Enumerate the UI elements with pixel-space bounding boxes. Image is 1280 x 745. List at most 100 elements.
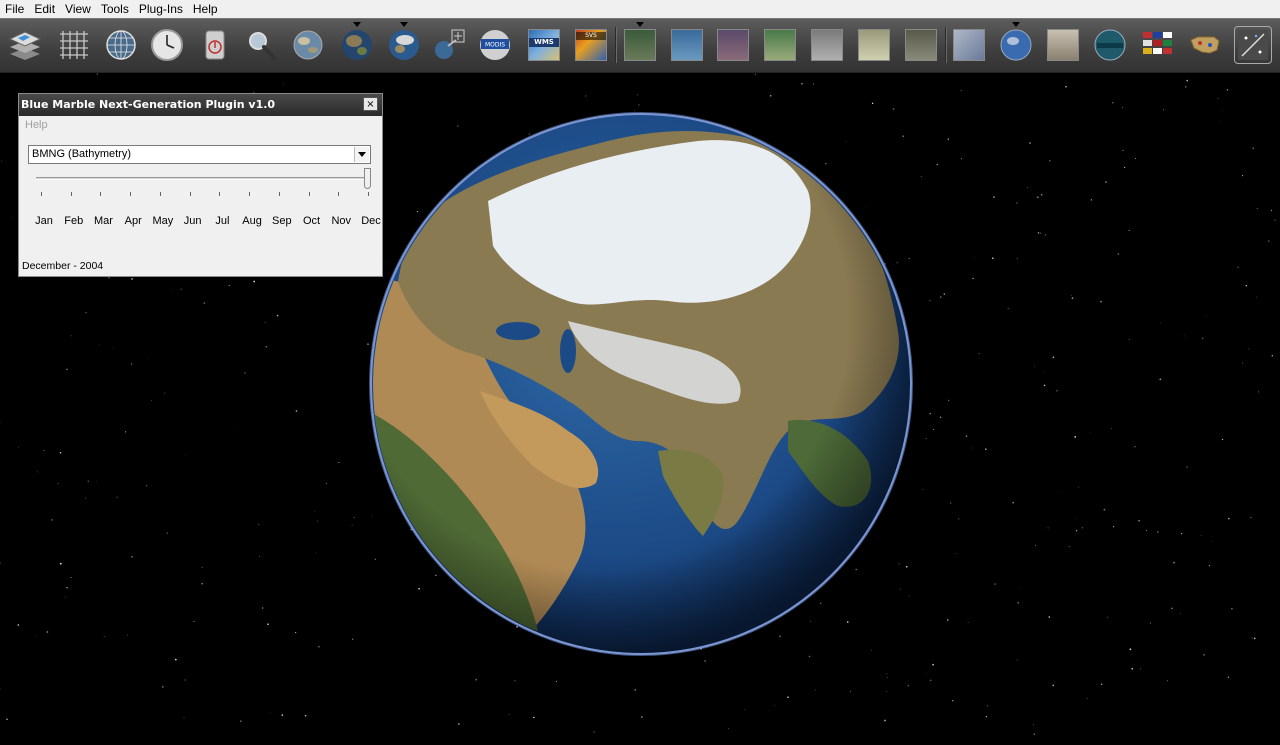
star xyxy=(508,714,509,715)
slider-tick xyxy=(190,192,191,196)
month-label-mar: Mar xyxy=(94,215,113,227)
help-menu[interactable]: Help xyxy=(25,119,48,131)
menu-help[interactable]: Help xyxy=(188,0,223,18)
current-date-label: December - 2004 xyxy=(22,260,103,272)
landsat-visible-button[interactable] xyxy=(621,26,659,64)
star xyxy=(1035,545,1036,546)
star xyxy=(940,296,941,297)
landmarks-button[interactable] xyxy=(1091,26,1129,64)
star xyxy=(1271,210,1272,211)
month-label-jul: Jul xyxy=(215,215,229,227)
menu-view[interactable]: View xyxy=(60,0,96,18)
star xyxy=(972,448,973,449)
star xyxy=(940,417,941,418)
star xyxy=(514,680,516,682)
svs-button[interactable]: SVS xyxy=(572,26,610,64)
globe-icon xyxy=(368,111,914,657)
search-button[interactable] xyxy=(242,26,280,64)
place-names-icon xyxy=(104,28,138,62)
star xyxy=(104,636,105,637)
star xyxy=(87,480,89,482)
star xyxy=(1087,698,1088,699)
landsat-pseudo-icon xyxy=(671,29,703,61)
month-label-nov: Nov xyxy=(331,215,351,227)
slider-tick xyxy=(368,192,369,196)
earth-globe[interactable] xyxy=(368,111,914,657)
month-label-jun: Jun xyxy=(184,215,202,227)
close-button[interactable]: × xyxy=(363,97,378,111)
menu-bar: File Edit View Tools Plug-Ins Help xyxy=(0,0,1280,18)
map-button[interactable] xyxy=(950,26,988,64)
month-label-apr: Apr xyxy=(125,215,142,227)
clock-button[interactable] xyxy=(148,26,186,64)
star xyxy=(36,635,37,636)
star xyxy=(929,300,931,302)
globe-dropdown-button[interactable] xyxy=(997,26,1035,64)
earth-dropdown-button[interactable] xyxy=(338,26,376,64)
star xyxy=(86,312,87,313)
star xyxy=(887,677,888,678)
flags-icon xyxy=(1141,28,1175,62)
astrogeology-icon xyxy=(1047,29,1079,61)
earth-view-dropdown-button[interactable] xyxy=(385,26,423,64)
menu-file[interactable]: File xyxy=(0,0,29,18)
star xyxy=(987,705,988,706)
star xyxy=(125,431,126,432)
usgs-urban-button[interactable] xyxy=(808,26,846,64)
landsat-pseudo-2-button[interactable] xyxy=(714,26,752,64)
flags-button[interactable] xyxy=(1139,26,1177,64)
usgs-urban-area-button[interactable] xyxy=(902,26,940,64)
grid-button[interactable] xyxy=(55,26,93,64)
us-map-button[interactable] xyxy=(1186,26,1224,64)
dataset-select[interactable]: BMNG (Bathymetry) xyxy=(28,145,371,164)
star xyxy=(97,73,98,74)
star xyxy=(1105,181,1107,183)
chevron-down-icon[interactable] xyxy=(354,147,369,162)
star xyxy=(6,719,8,721)
star xyxy=(704,660,706,662)
plugin-titlebar[interactable]: Blue Marble Next-Generation Plugin v1.0 … xyxy=(19,94,382,116)
usgs-urban-icon xyxy=(811,29,843,61)
star xyxy=(1268,240,1270,242)
settings-button[interactable] xyxy=(1234,26,1272,64)
star xyxy=(1072,297,1074,299)
month-slider-track[interactable] xyxy=(36,177,370,180)
menu-edit[interactable]: Edit xyxy=(29,0,60,18)
star xyxy=(930,413,931,414)
blue-marble-button[interactable] xyxy=(289,26,327,64)
star xyxy=(952,700,953,701)
astrogeology-button[interactable] xyxy=(1044,26,1082,64)
star xyxy=(926,674,927,675)
landsat-pseudo-button[interactable] xyxy=(668,26,706,64)
compass-button[interactable] xyxy=(196,26,234,64)
star xyxy=(1048,527,1049,528)
star xyxy=(47,631,49,633)
menu-tools[interactable]: Tools xyxy=(96,0,134,18)
star xyxy=(638,104,639,105)
layers-button[interactable] xyxy=(6,26,44,64)
usgs-topo-button[interactable] xyxy=(855,26,893,64)
place-names-button[interactable] xyxy=(102,26,140,64)
star xyxy=(850,691,851,692)
blue-marble-icon xyxy=(291,28,325,62)
add-layer-button[interactable] xyxy=(430,26,468,64)
star xyxy=(267,623,269,625)
star xyxy=(240,720,241,721)
star xyxy=(956,553,957,554)
star xyxy=(1256,297,1257,298)
star xyxy=(1,161,2,162)
star xyxy=(185,455,186,456)
month-slider-thumb[interactable] xyxy=(364,168,371,189)
star xyxy=(1227,89,1229,91)
star xyxy=(961,158,962,159)
chevron-down-icon xyxy=(1012,22,1020,27)
menu-plugins[interactable]: Plug-Ins xyxy=(134,0,188,18)
wms-button[interactable]: WMS xyxy=(525,26,563,64)
map-icon xyxy=(953,29,985,61)
modis-button[interactable]: MODIS xyxy=(476,26,514,64)
landsat-pseudo-3-button[interactable] xyxy=(761,26,799,64)
star xyxy=(318,646,320,648)
star xyxy=(926,438,927,439)
star xyxy=(884,720,886,722)
star xyxy=(948,139,949,140)
